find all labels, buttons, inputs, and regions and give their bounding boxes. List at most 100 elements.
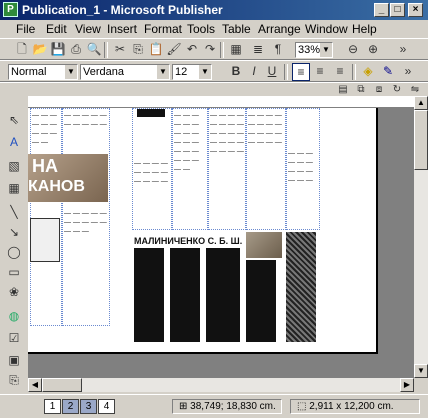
text-column[interactable]: — — — — — — — — — — — — — — — — — — — —	[172, 108, 208, 230]
flip-icon[interactable]: ⇋	[408, 82, 422, 96]
text-column[interactable]: — — — — — — — — — — — — — — — — — — — — …	[62, 108, 110, 326]
highlighted-text-block[interactable]	[134, 248, 164, 342]
line-icon[interactable]: ╲	[6, 204, 22, 220]
chevron-down-icon[interactable]: ▼	[65, 65, 77, 79]
menu-edit[interactable]: Edit	[46, 22, 67, 36]
publication-page[interactable]: — — — — — — — — — — — — — — — — — — — — …	[28, 108, 378, 354]
bring-forward-icon[interactable]: ⧉	[354, 82, 368, 96]
underline-icon[interactable]: U	[264, 63, 280, 79]
italic-icon[interactable]: I	[246, 63, 262, 79]
html-fragment-icon[interactable]: ▣	[6, 352, 22, 368]
fill-color-icon[interactable]: ◈	[360, 63, 376, 79]
page-button-3[interactable]: 3	[80, 399, 97, 414]
minimize-button[interactable]: _	[374, 3, 389, 17]
maximize-button[interactable]: □	[390, 3, 405, 17]
menu-arrange[interactable]: Arrange	[258, 22, 301, 36]
pointer-icon[interactable]: ⇖	[6, 112, 22, 128]
align-center-icon[interactable]: ≡	[312, 63, 328, 79]
highlighted-text-block[interactable]	[246, 260, 276, 342]
menu-table[interactable]: Table	[222, 22, 251, 36]
align-right-icon[interactable]: ≡	[332, 63, 348, 79]
print-icon[interactable]: ⎙	[68, 41, 84, 57]
font-value: Verdana	[83, 66, 124, 78]
autoshapes-icon[interactable]: ❀	[6, 284, 22, 300]
workspace[interactable]: — — — — — — — — — — — — — — — — — — — — …	[28, 108, 414, 378]
body-text: — — — — — — — — — — — — —	[64, 210, 107, 235]
menu-help[interactable]: Help	[352, 22, 377, 36]
scroll-right-icon[interactable]: ▶	[400, 378, 414, 392]
text-column[interactable]: — — — — — — — — — — — — — — — —	[246, 108, 286, 230]
arrow-icon[interactable]: ↘	[6, 224, 22, 240]
picture-frame-icon[interactable]: ▧	[6, 158, 22, 174]
table-frame-icon[interactable]: ▦	[6, 180, 22, 196]
chevron-down-icon[interactable]: ▼	[157, 65, 169, 79]
menu-format[interactable]: Format	[144, 22, 182, 36]
publisher-icon[interactable]: P	[3, 2, 18, 17]
menu-insert[interactable]: Insert	[107, 22, 137, 36]
text-column[interactable]: — — — — — — — — — — — —	[132, 108, 172, 230]
font-select[interactable]: Verdana ▼	[80, 64, 170, 80]
style-select[interactable]: Normal ▼	[8, 64, 78, 80]
text-box-icon[interactable]: A	[6, 134, 22, 150]
send-backward-icon[interactable]: ⧈	[372, 82, 386, 96]
menu-tools[interactable]: Tools	[187, 22, 215, 36]
bold-icon[interactable]: B	[228, 63, 244, 79]
text-column[interactable]: — — — — — — — — — — — — — — — — — — — —	[208, 108, 246, 230]
print-preview-icon[interactable]: 🔍	[86, 41, 102, 57]
close-button[interactable]: ×	[408, 3, 423, 17]
scroll-up-icon[interactable]: ▲	[414, 96, 428, 110]
columns-icon[interactable]: ≣	[250, 41, 266, 57]
align-left-icon[interactable]: ≡	[292, 63, 310, 81]
scroll-left-icon[interactable]: ◀	[28, 378, 42, 392]
redo-icon[interactable]: ↷	[202, 41, 218, 57]
open-icon[interactable]: 📂	[32, 41, 48, 57]
copy-icon[interactable]: ⎘	[130, 41, 146, 57]
undo-icon[interactable]: ↶	[184, 41, 200, 57]
paste-icon[interactable]: 📋	[148, 41, 164, 57]
vertical-scroll-thumb[interactable]	[414, 110, 428, 170]
page-button-1[interactable]: 1	[44, 399, 61, 414]
cut-icon[interactable]: ✂	[112, 41, 128, 57]
masthead-image[interactable]: НА КАНОВ	[28, 154, 108, 202]
image-block[interactable]	[137, 109, 165, 117]
save-icon[interactable]: 💾	[50, 41, 66, 57]
page-button-4[interactable]: 4	[98, 399, 115, 414]
article-heading[interactable]: МАЛИНИЧЕНКО С. Б. Ш.	[134, 236, 242, 246]
menu-window[interactable]: Window	[305, 22, 348, 36]
vertical-scrollbar[interactable]: ▲ ▼	[414, 96, 428, 378]
zoom-select[interactable]: 33% ▼	[295, 42, 333, 58]
rotate-icon[interactable]: ↻	[390, 82, 404, 96]
menu-file[interactable]: File	[16, 22, 35, 36]
line-color-icon[interactable]: ✎	[380, 63, 396, 79]
insert-table-icon[interactable]: ▦	[228, 41, 244, 57]
menu-view[interactable]: View	[75, 22, 101, 36]
selected-text-frame[interactable]	[286, 232, 316, 342]
font-size-select[interactable]: 12 ▼	[172, 64, 212, 80]
toolbar-options-icon[interactable]: »	[395, 41, 411, 57]
form-control-icon[interactable]: ☑	[6, 330, 22, 346]
wrap-text-icon[interactable]: ▤	[336, 82, 350, 96]
scroll-down-icon[interactable]: ▼	[414, 364, 428, 378]
page-button-2[interactable]: 2	[62, 399, 79, 414]
highlighted-text-block[interactable]	[206, 248, 240, 342]
format-painter-icon[interactable]: 🖌	[166, 41, 182, 57]
text-column[interactable]: — — — — — — — — — — —	[30, 108, 62, 326]
article-photo[interactable]	[246, 232, 282, 258]
diagram-image[interactable]	[30, 218, 60, 262]
toolbar-options-icon[interactable]: »	[400, 63, 416, 79]
chevron-down-icon[interactable]: ▼	[320, 43, 332, 57]
zoom-out-icon[interactable]: ⊖	[345, 41, 361, 57]
special-characters-icon[interactable]: ¶	[270, 41, 286, 57]
new-icon[interactable]: 🗋	[14, 41, 30, 57]
chevron-down-icon[interactable]: ▼	[199, 65, 211, 79]
zoom-in-icon[interactable]: ⊕	[365, 41, 381, 57]
highlighted-text-block[interactable]	[170, 248, 200, 342]
rectangle-icon[interactable]: ▭	[6, 264, 22, 280]
oval-icon[interactable]: ◯	[6, 244, 22, 260]
horizontal-scrollbar[interactable]: ◀ ▶	[28, 378, 414, 392]
horizontal-scroll-thumb[interactable]	[42, 378, 82, 392]
horizontal-ruler[interactable]	[28, 96, 414, 108]
design-gallery-icon[interactable]: ⎘	[6, 372, 22, 388]
hot-spot-icon[interactable]: ◍	[6, 308, 22, 324]
text-column[interactable]: — — — — — — — — — — — —	[286, 108, 320, 230]
